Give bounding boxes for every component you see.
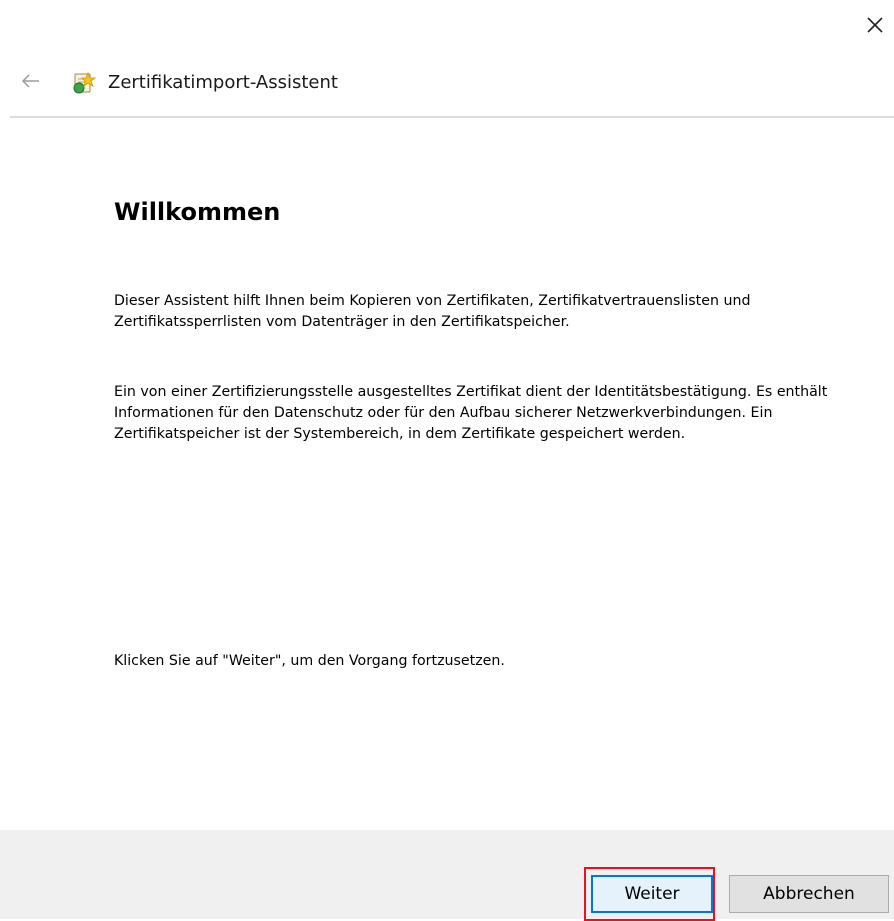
welcome-section: Willkommen [114, 196, 844, 228]
back-arrow-icon [21, 73, 41, 93]
close-icon [865, 15, 885, 35]
close-button[interactable] [856, 6, 894, 44]
wizard-title: Zertifikatimport-Assistent [108, 72, 338, 93]
header-divider [10, 116, 894, 118]
next-button[interactable]: Weiter [591, 875, 713, 913]
certificate-info-paragraph: Ein von einer Zertifizierungsstelle ausg… [114, 384, 828, 442]
certificate-wizard-icon [70, 70, 97, 96]
wizard-footer: Weiter Abbrechen [0, 830, 894, 921]
wizard-header: Zertifikatimport-Assistent [0, 54, 894, 116]
continue-instruction: Klicken Sie auf "Weiter", um den Vorgang… [114, 653, 505, 669]
page-heading: Willkommen [114, 198, 281, 226]
cancel-button[interactable]: Abbrechen [729, 875, 889, 913]
back-button[interactable] [14, 68, 48, 98]
intro-paragraph: Dieser Assistent hilft Ihnen beim Kopier… [114, 293, 751, 330]
